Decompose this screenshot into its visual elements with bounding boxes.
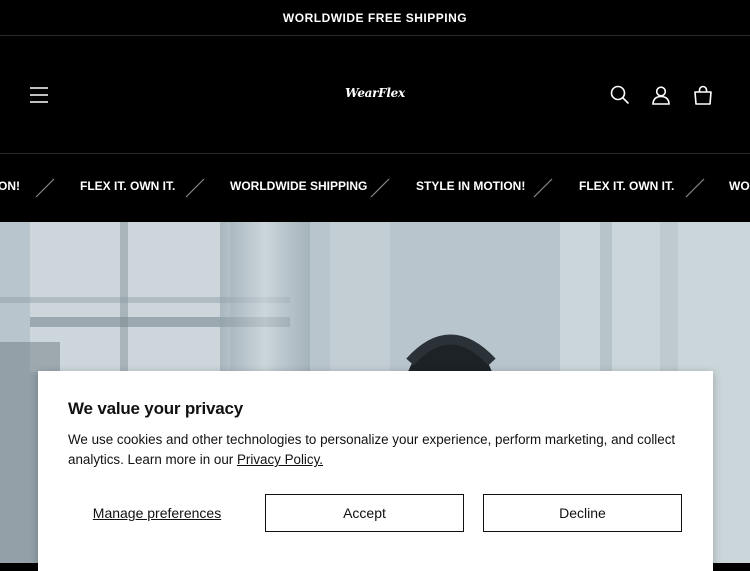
marquee-item: STYLE IN MOTION! bbox=[416, 179, 526, 193]
cart-icon bbox=[694, 85, 712, 105]
consent-body: We use cookies and other technologies to… bbox=[68, 430, 688, 470]
consent-title: We value your privacy bbox=[68, 399, 244, 418]
slash-divider-icon bbox=[35, 178, 55, 198]
announcement-bar: WORLDWIDE FREE SHIPPING bbox=[0, 0, 750, 36]
account-icon bbox=[652, 86, 670, 105]
account-button[interactable] bbox=[650, 84, 672, 106]
announcement-text: WORLDWIDE FREE SHIPPING bbox=[282, 10, 468, 25]
marquee-banner: ON! FLEX IT. OWN IT. WORLDWIDE SHIPPING … bbox=[0, 154, 750, 222]
privacy-policy-link[interactable]: Privacy Policy. bbox=[237, 452, 323, 467]
manage-preferences-button[interactable]: Manage preferences bbox=[67, 494, 247, 532]
marquee-item: FLEX IT. OWN IT. bbox=[80, 179, 176, 193]
site-logo[interactable]: WearFlex bbox=[0, 86, 750, 100]
slash-divider-icon bbox=[370, 178, 390, 198]
consent-body-text: We use cookies and other technologies to… bbox=[68, 432, 676, 467]
slash-divider-icon bbox=[533, 178, 553, 198]
marquee-item: ON! bbox=[0, 179, 20, 193]
marquee-item: WOR bbox=[729, 179, 750, 193]
accept-button[interactable]: Accept bbox=[265, 494, 464, 532]
slash-divider-icon bbox=[685, 178, 705, 198]
slash-divider-icon bbox=[185, 178, 205, 198]
cookie-consent-dialog: We value your privacy We use cookies and… bbox=[38, 371, 713, 571]
decline-button[interactable]: Decline bbox=[483, 494, 682, 532]
consent-actions: Manage preferences Accept Decline bbox=[67, 494, 683, 534]
search-icon bbox=[610, 85, 630, 105]
marquee-item: WORLDWIDE SHIPPING bbox=[230, 179, 368, 193]
search-button[interactable] bbox=[609, 84, 631, 106]
site-header: WearFlex bbox=[0, 36, 750, 154]
cart-button[interactable] bbox=[692, 84, 714, 106]
marquee-item: FLEX IT. OWN IT. bbox=[579, 179, 675, 193]
